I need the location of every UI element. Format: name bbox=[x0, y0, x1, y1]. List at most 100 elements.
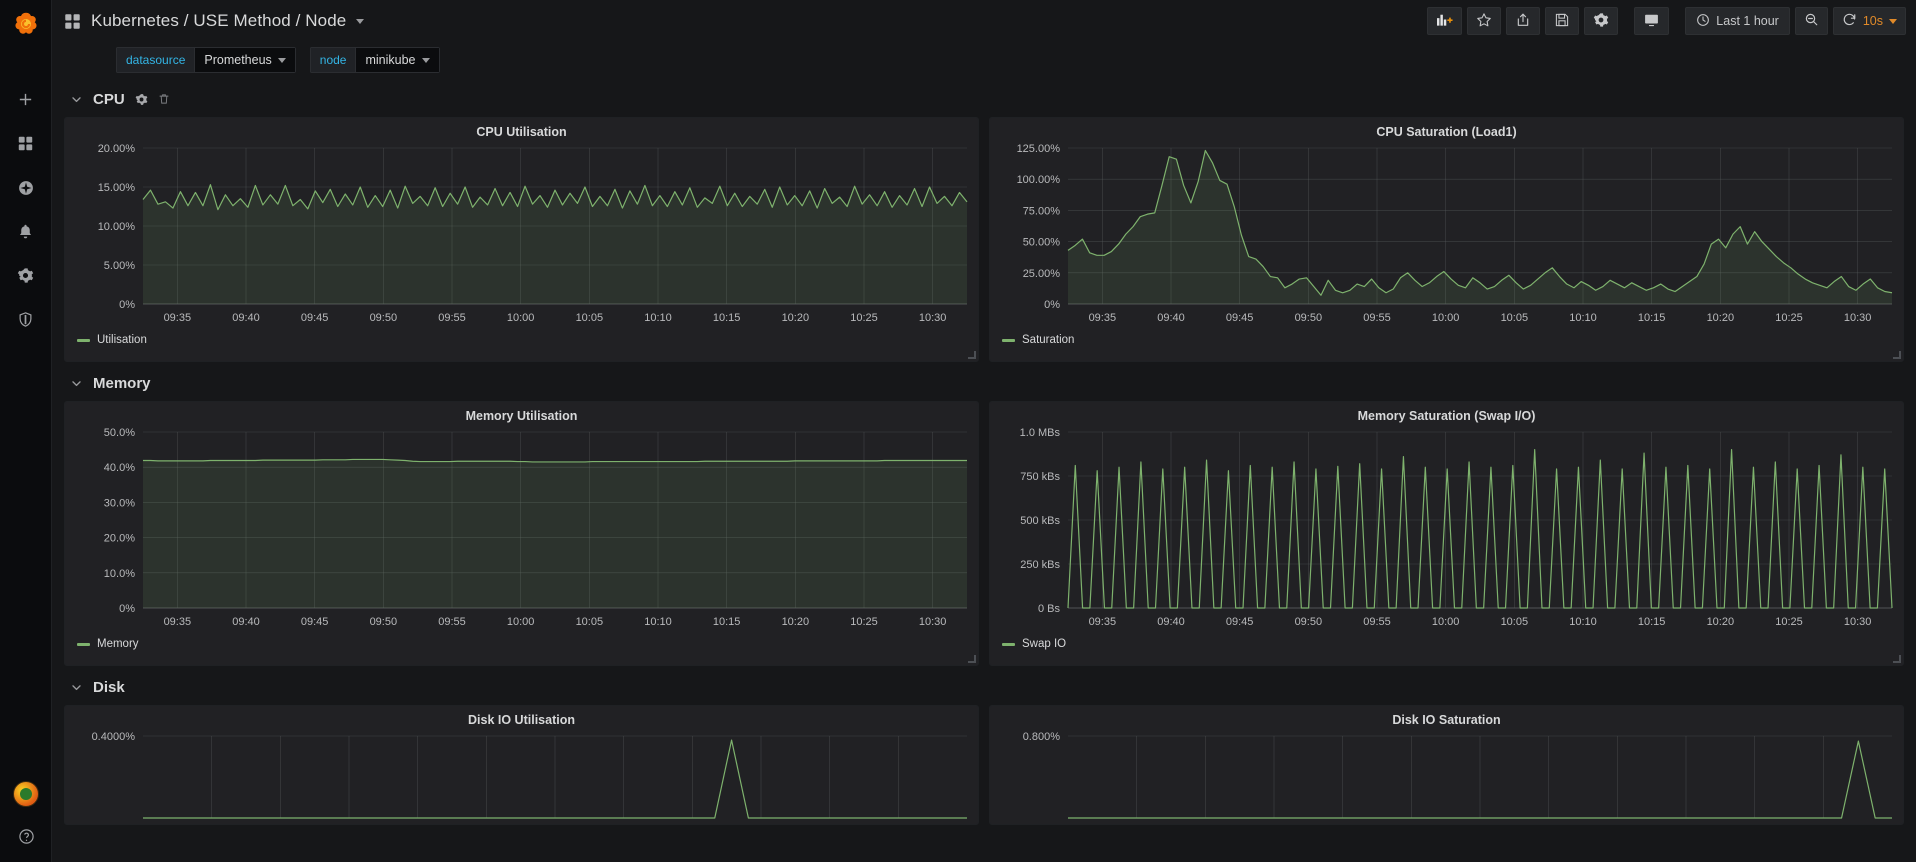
legend-cpu-saturation[interactable]: Saturation bbox=[990, 330, 1903, 346]
svg-text:10:10: 10:10 bbox=[1569, 312, 1597, 324]
share-icon bbox=[1515, 12, 1531, 31]
svg-text:10.00%: 10.00% bbox=[98, 221, 136, 233]
panel-title-cpu-utilisation: CPU Utilisation bbox=[476, 125, 567, 139]
panel-disk-utilisation[interactable]: Disk IO Utilisation 0.4000% bbox=[64, 705, 979, 825]
kiosk-mode-button[interactable] bbox=[1634, 7, 1670, 35]
legend-color-swatch bbox=[77, 338, 90, 342]
svg-text:10.0%: 10.0% bbox=[104, 568, 135, 580]
grafana-app: Kubernetes / USE Method / Node Last 1 ho… bbox=[0, 0, 1916, 862]
chevron-down-icon[interactable] bbox=[1889, 18, 1897, 24]
star-dashboard-button[interactable] bbox=[1467, 7, 1502, 35]
legend-memory-utilisation[interactable]: Memory bbox=[65, 634, 978, 650]
template-variables-bar: datasource Prometheus node minikube bbox=[52, 42, 1916, 78]
legend-memory-saturation[interactable]: Swap IO bbox=[990, 634, 1903, 650]
row-delete-button[interactable] bbox=[158, 93, 170, 105]
zoom-out-time-button[interactable] bbox=[1794, 7, 1828, 35]
svg-text:5.00%: 5.00% bbox=[104, 260, 135, 272]
chevron-down-icon[interactable] bbox=[356, 18, 365, 24]
panel-resize-handle[interactable] bbox=[1893, 351, 1901, 359]
graph-disk-utilisation[interactable]: 0.4000% bbox=[65, 728, 978, 820]
svg-text:125.00%: 125.00% bbox=[1017, 143, 1061, 155]
panel-resize-handle[interactable] bbox=[968, 351, 976, 359]
svg-text:09:50: 09:50 bbox=[1295, 616, 1323, 628]
graph-memory-saturation[interactable]: 0 Bs 250 kBs 500 kBs 750 kBs 1.0 MBs 09:35 09:… bbox=[990, 424, 1903, 634]
graph-cpu-saturation[interactable]: 0% 25.00% 50.00% 75.00% 100.00% 125.00% 09:35 0… bbox=[990, 140, 1903, 330]
svg-text:09:55: 09:55 bbox=[1363, 616, 1391, 628]
svg-text:20.0%: 20.0% bbox=[104, 533, 135, 545]
svg-text:20.00%: 20.00% bbox=[98, 143, 136, 155]
sidebar-item-configuration[interactable] bbox=[0, 256, 52, 300]
graph-svg-disk-saturation: 0.800% bbox=[1023, 731, 1892, 819]
legend-color-swatch bbox=[77, 642, 90, 646]
graph-memory-utilisation[interactable]: 0% 10.0% 20.0% 30.0% 40.0% 50.0% 09:35 09:40 09:… bbox=[65, 424, 978, 634]
chevron-down-icon[interactable] bbox=[70, 93, 83, 106]
dashboard-grid-icon bbox=[64, 13, 81, 30]
graph-disk-saturation[interactable]: 0.800% bbox=[990, 728, 1903, 820]
svg-text:10:05: 10:05 bbox=[576, 312, 604, 324]
share-dashboard-button[interactable] bbox=[1506, 7, 1541, 35]
chevron-down-icon[interactable] bbox=[70, 377, 83, 390]
svg-text:25.00%: 25.00% bbox=[1023, 268, 1061, 280]
variable-node-text: minikube bbox=[365, 53, 416, 67]
time-range-picker[interactable]: Last 1 hour bbox=[1685, 7, 1790, 35]
variable-datasource[interactable]: datasource Prometheus bbox=[116, 47, 296, 73]
panel-memory-saturation[interactable]: Memory Saturation (Swap I/O) 0 Bs 250 kBs… bbox=[989, 401, 1904, 666]
panel-resize-handle[interactable] bbox=[1893, 655, 1901, 663]
svg-text:0 Bs: 0 Bs bbox=[1038, 603, 1061, 615]
row-header-memory[interactable]: Memory bbox=[66, 368, 1904, 398]
svg-text:40.0%: 40.0% bbox=[104, 462, 135, 474]
chevron-down-icon bbox=[421, 57, 430, 63]
panel-title-memory-utilisation: Memory Utilisation bbox=[465, 409, 578, 423]
chevron-down-icon[interactable] bbox=[70, 681, 83, 694]
row-title-memory: Memory bbox=[93, 374, 151, 392]
panel-memory-utilisation[interactable]: Memory Utilisation 0% 10.0% 20.0% 30.0% 40.0… bbox=[64, 401, 979, 666]
page-title: Kubernetes / USE Method / Node bbox=[91, 11, 347, 30]
svg-text:500 kBs: 500 kBs bbox=[1020, 515, 1060, 527]
svg-text:50.0%: 50.0% bbox=[104, 427, 135, 439]
sidebar-item-explore[interactable] bbox=[0, 168, 52, 212]
svg-text:10:20: 10:20 bbox=[782, 312, 810, 324]
sidebar-item-server-admin[interactable] bbox=[0, 300, 52, 344]
create-button[interactable] bbox=[0, 80, 52, 124]
variable-node-value[interactable]: minikube bbox=[355, 47, 440, 73]
svg-text:09:50: 09:50 bbox=[370, 312, 398, 324]
legend-color-swatch bbox=[1002, 338, 1015, 342]
panel-cpu-saturation[interactable]: CPU Saturation (Load1) 0% 25.00% 50.00% 75.… bbox=[989, 117, 1904, 362]
svg-text:10:10: 10:10 bbox=[1569, 616, 1597, 628]
dashboard-title-group[interactable]: Kubernetes / USE Method / Node bbox=[64, 11, 365, 31]
add-panel-icon bbox=[1436, 12, 1453, 30]
graph-cpu-utilisation[interactable]: 0% 5.00% 10.00% 15.00% 20.00% 09:35 09:40 09:45… bbox=[65, 140, 978, 330]
svg-text:15.00%: 15.00% bbox=[98, 182, 136, 194]
variable-datasource-value[interactable]: Prometheus bbox=[194, 47, 296, 73]
svg-text:10:30: 10:30 bbox=[1844, 312, 1872, 324]
svg-text:10:20: 10:20 bbox=[782, 616, 810, 628]
panel-cpu-utilisation[interactable]: CPU Utilisation 0% 5.00% 10.00% 15.00% 20.00… bbox=[64, 117, 979, 362]
save-dashboard-button[interactable] bbox=[1545, 7, 1580, 35]
add-panel-button[interactable] bbox=[1427, 7, 1463, 35]
user-profile-button[interactable] bbox=[0, 772, 52, 816]
svg-text:0.800%: 0.800% bbox=[1023, 731, 1061, 743]
legend-label: Utilisation bbox=[97, 334, 147, 346]
sidebar-item-alerting[interactable] bbox=[0, 212, 52, 256]
panel-resize-handle[interactable] bbox=[968, 655, 976, 663]
legend-cpu-utilisation[interactable]: Utilisation bbox=[65, 330, 978, 346]
grafana-logo-icon[interactable] bbox=[0, 0, 52, 48]
variable-datasource-label: datasource bbox=[116, 47, 195, 73]
dashboard-navbar: Kubernetes / USE Method / Node Last 1 ho… bbox=[52, 0, 1916, 42]
sidebar-item-dashboards[interactable] bbox=[0, 124, 52, 168]
svg-text:75.00%: 75.00% bbox=[1023, 205, 1061, 217]
panel-disk-saturation[interactable]: Disk IO Saturation 0.800% bbox=[989, 705, 1904, 825]
svg-text:09:45: 09:45 bbox=[1226, 616, 1254, 628]
help-button[interactable] bbox=[0, 816, 52, 862]
panel-title-disk-saturation: Disk IO Saturation bbox=[1392, 713, 1501, 727]
variable-node[interactable]: node minikube bbox=[309, 47, 440, 73]
svg-text:0%: 0% bbox=[119, 603, 135, 615]
row-header-disk[interactable]: Disk bbox=[66, 672, 1904, 702]
svg-text:10:30: 10:30 bbox=[919, 616, 947, 628]
refresh-icon[interactable] bbox=[1842, 12, 1857, 30]
row-settings-button[interactable] bbox=[135, 93, 148, 106]
row-header-cpu[interactable]: CPU bbox=[66, 84, 1904, 114]
row-title-cpu: CPU bbox=[93, 90, 125, 108]
refresh-picker[interactable]: 10s bbox=[1832, 7, 1906, 35]
dashboard-settings-button[interactable] bbox=[1584, 7, 1619, 35]
